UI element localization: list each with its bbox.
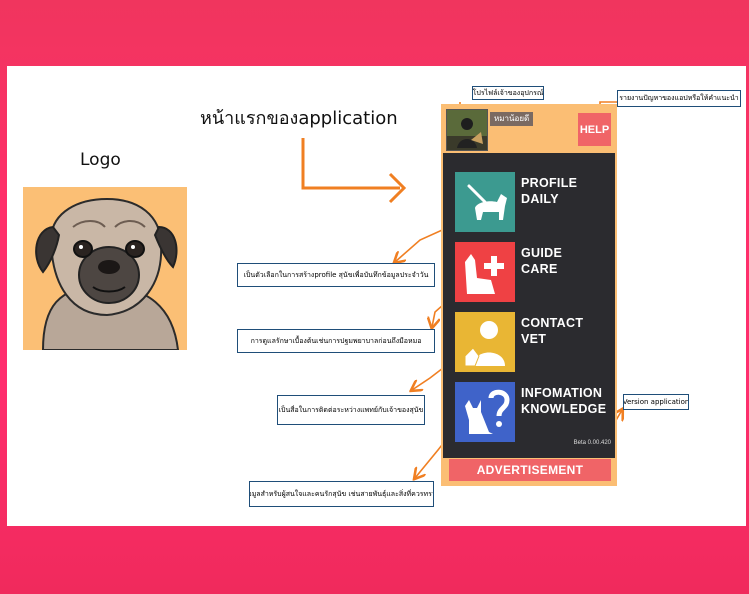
pug-logo	[23, 187, 187, 350]
menu-label-care: CARE	[521, 262, 558, 276]
menu-item-contact-vet[interactable]: CONTACT VET	[455, 312, 615, 372]
advertisement-banner[interactable]: ADVERTISEMENT	[449, 459, 611, 481]
note-info: ข้อมูลสำหรับผู้สนใจและคนรักสุนัข เช่นสาย…	[249, 481, 434, 507]
menu-item-guide-care[interactable]: GUIDE CARE	[455, 242, 615, 302]
menu-panel: PROFILE DAILY GUIDE CARE CONTACT VET INF…	[443, 153, 615, 458]
owner-avatar[interactable]	[446, 109, 488, 151]
menu-label-profile: PROFILE	[521, 176, 578, 190]
menu-item-information-knowledge[interactable]: INFOMATION KNOWLEDGE	[455, 382, 615, 442]
menu-label-daily: DAILY	[521, 192, 559, 206]
owner-name-tag: หมาน้อยดี	[490, 112, 534, 126]
page-heading: หน้าแรกของapplication	[200, 108, 398, 129]
app-mockup: หมาน้อยดี HELP PROFILE DAILY GUIDE CARE	[441, 104, 617, 486]
vet-icon	[455, 312, 515, 372]
pug-icon	[35, 197, 180, 350]
version-label: Beta 0.00.420	[573, 440, 611, 446]
note-profile: โปรไฟล์เจ้าของอุปกรณ์	[472, 86, 544, 100]
note-guide: การดูแลรักษาเบื้องต้นเช่นการปฐมพยาบาลก่อ…	[237, 329, 435, 353]
logo-title: Logo	[80, 150, 121, 170]
note-daily: เป็นตัวเลือกในการสร้างprofile สุนัขเพื่อ…	[237, 263, 435, 287]
note-help: รายงานปัญหาของแอปหรือให้คำแนะนำ	[617, 90, 741, 107]
menu-item-profile-daily[interactable]: PROFILE DAILY	[455, 172, 615, 232]
dog-question-icon	[455, 382, 515, 442]
menu-label-infomation: INFOMATION	[521, 386, 603, 400]
menu-label-vet: VET	[521, 332, 547, 346]
note-version: Version application	[623, 394, 689, 410]
dog-walk-icon	[455, 172, 515, 232]
menu-label-knowledge: KNOWLEDGE	[521, 402, 607, 416]
help-button[interactable]: HELP	[578, 113, 611, 146]
dog-first-aid-icon	[455, 242, 515, 302]
owner-photo-icon	[447, 110, 487, 150]
menu-label-guide: GUIDE	[521, 246, 563, 260]
menu-label-contact: CONTACT	[521, 316, 584, 330]
note-contact: เป็นสื่อในการติดต่อระหว่างแพทย์กับเจ้าขอ…	[277, 395, 425, 425]
